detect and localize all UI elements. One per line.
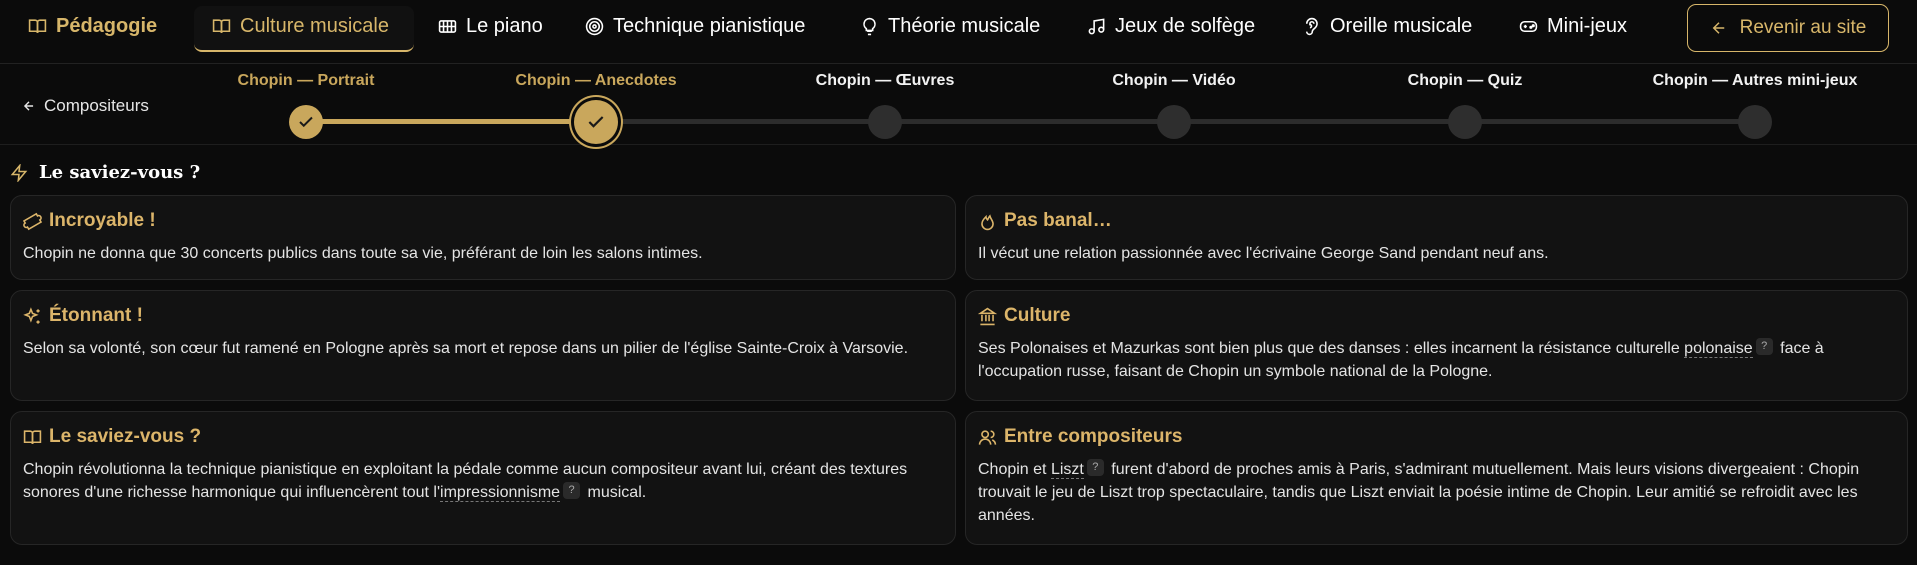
- nav-item-label: Culture musicale: [240, 15, 389, 37]
- glossary-term[interactable]: polonaise: [1684, 340, 1753, 358]
- help-icon[interactable]: ?: [563, 482, 581, 499]
- back-to-site-button[interactable]: Revenir au site: [1687, 4, 1889, 52]
- nav-item-label: Oreille musicale: [1330, 15, 1473, 37]
- card-title: Étonnant !: [49, 305, 143, 326]
- card-header: Incroyable !: [23, 210, 943, 232]
- anecdote-card: Le saviez-vous ? Chopin révolutionna la …: [10, 411, 956, 545]
- nav-brand[interactable]: Pédagogie: [28, 0, 157, 53]
- gamepad-icon: [1519, 20, 1538, 33]
- target-icon: [585, 17, 604, 36]
- glossary-term[interactable]: impressionnisme: [440, 484, 561, 502]
- card-text-part: furent d'abord de proches amis à Paris, …: [978, 461, 1860, 524]
- nav-item-culture-musicale[interactable]: Culture musicale: [212, 0, 389, 53]
- breadcrumb-back-link[interactable]: Compositeurs: [22, 96, 149, 116]
- card-title: Le saviez-vous ?: [49, 426, 202, 447]
- book-open-icon: [212, 19, 231, 33]
- step-label-oeuvres[interactable]: Chopin — Œuvres: [816, 72, 955, 90]
- card-text: Chopin et Liszt? furent d'abord de proch…: [978, 458, 1895, 527]
- zap-icon: [10, 163, 28, 182]
- glossary-term[interactable]: Liszt: [1050, 461, 1084, 479]
- nav-item-jeux-de-solfege[interactable]: Jeux de solfège: [1087, 0, 1255, 53]
- step-track-1: [306, 119, 596, 124]
- card-text: Selon sa volonté, son cœur fut ramené en…: [23, 340, 909, 357]
- step-label-quiz[interactable]: Chopin — Quiz: [1408, 72, 1523, 90]
- nav-item-le-piano[interactable]: Le piano: [438, 0, 543, 53]
- users-icon: [978, 429, 997, 445]
- card-title: Incroyable !: [49, 210, 156, 231]
- nav-item-theorie-musicale[interactable]: Théorie musicale: [860, 0, 1040, 53]
- card-text-part: musical.: [583, 484, 647, 501]
- check-icon: [299, 116, 313, 128]
- nav-item-technique-pianistique[interactable]: Technique pianistique: [585, 0, 805, 53]
- anecdote-card: Incroyable ! Chopin ne donna que 30 conc…: [10, 195, 956, 280]
- book-open-icon: [28, 19, 47, 33]
- nav-item-label: Technique pianistique: [613, 15, 806, 37]
- card-title: Pas banal…: [1004, 210, 1112, 231]
- card-header: Pas banal…: [978, 210, 1895, 232]
- landmark-icon: [978, 307, 997, 325]
- card-text: Chopin ne donna que 30 concerts publics …: [23, 245, 703, 262]
- section-title-label: Le saviez-vous ?: [39, 162, 201, 183]
- step-label-video[interactable]: Chopin — Vidéo: [1112, 72, 1235, 90]
- card-text-part: Chopin et: [978, 461, 1051, 478]
- step-dot-portrait[interactable]: [289, 105, 323, 139]
- nav-item-label: Jeux de solfège: [1115, 15, 1256, 37]
- nav-item-oreille-musicale[interactable]: Oreille musicale: [1302, 0, 1472, 53]
- step-label-portrait[interactable]: Chopin — Portrait: [238, 72, 375, 90]
- ear-icon: [1305, 17, 1318, 36]
- card-header: Entre compositeurs: [978, 426, 1895, 448]
- flame-icon: [981, 213, 994, 230]
- step-dot-video[interactable]: [1157, 105, 1191, 139]
- card-header: Culture: [978, 305, 1895, 327]
- music-note-icon: [1088, 18, 1105, 35]
- step-label-anecdotes[interactable]: Chopin — Anecdotes: [515, 72, 676, 90]
- progress-stepper: Compositeurs Chopin — Portrait Chopin — …: [0, 64, 1917, 145]
- top-navigation: Pédagogie Culture musicale Le piano Tech…: [0, 0, 1917, 64]
- anecdote-card: Étonnant ! Selon sa volonté, son cœur fu…: [10, 290, 956, 401]
- anecdote-card: Entre compositeurs Chopin et Liszt? fure…: [965, 411, 1908, 545]
- step-dot-quiz[interactable]: [1448, 105, 1482, 139]
- ticket-icon: [23, 212, 42, 230]
- card-text-part: Ses Polonaises et Mazurkas sont bien plu…: [978, 340, 1685, 357]
- nav-brand-label: Pédagogie: [56, 15, 158, 37]
- card-text: Ses Polonaises et Mazurkas sont bien plu…: [978, 337, 1895, 383]
- book-open-icon: [23, 429, 42, 444]
- nav-item-label: Mini-jeux: [1547, 15, 1628, 37]
- nav-item-mini-jeux[interactable]: Mini-jeux: [1519, 0, 1627, 53]
- nav-item-label: Le piano: [466, 15, 543, 37]
- arrow-left-icon: [1712, 22, 1724, 34]
- step-label-autres-mini-jeux[interactable]: Chopin — Autres mini-jeux: [1653, 72, 1858, 90]
- step-dot-oeuvres[interactable]: [868, 105, 902, 139]
- section-title: Le saviez-vous ?: [10, 162, 200, 183]
- card-title: Culture: [1004, 305, 1071, 326]
- card-text: Il vécut une relation passionnée avec l'…: [978, 245, 1549, 262]
- step-dot-autres-mini-jeux[interactable]: [1738, 105, 1772, 139]
- check-icon: [588, 116, 604, 128]
- help-icon[interactable]: ?: [1755, 338, 1773, 355]
- anecdote-card: Pas banal… Il vécut une relation passion…: [965, 195, 1908, 280]
- sparkles-icon: [23, 306, 40, 324]
- nav-item-label: Théorie musicale: [888, 15, 1041, 37]
- breadcrumb-label: Compositeurs: [44, 96, 149, 115]
- card-header: Étonnant !: [23, 305, 943, 327]
- arrow-left-icon: [23, 101, 34, 111]
- lightbulb-icon: [863, 17, 876, 36]
- anecdote-card: Culture Ses Polonaises et Mazurkas sont …: [965, 290, 1908, 401]
- piano-icon: [438, 20, 457, 33]
- card-header: Le saviez-vous ?: [23, 426, 943, 448]
- card-title: Entre compositeurs: [1004, 426, 1183, 447]
- card-text: Chopin révolutionna la technique pianist…: [23, 458, 943, 504]
- help-icon[interactable]: ?: [1086, 459, 1104, 476]
- step-dot-anecdotes[interactable]: [574, 100, 618, 144]
- back-to-site-label: Revenir au site: [1739, 17, 1867, 38]
